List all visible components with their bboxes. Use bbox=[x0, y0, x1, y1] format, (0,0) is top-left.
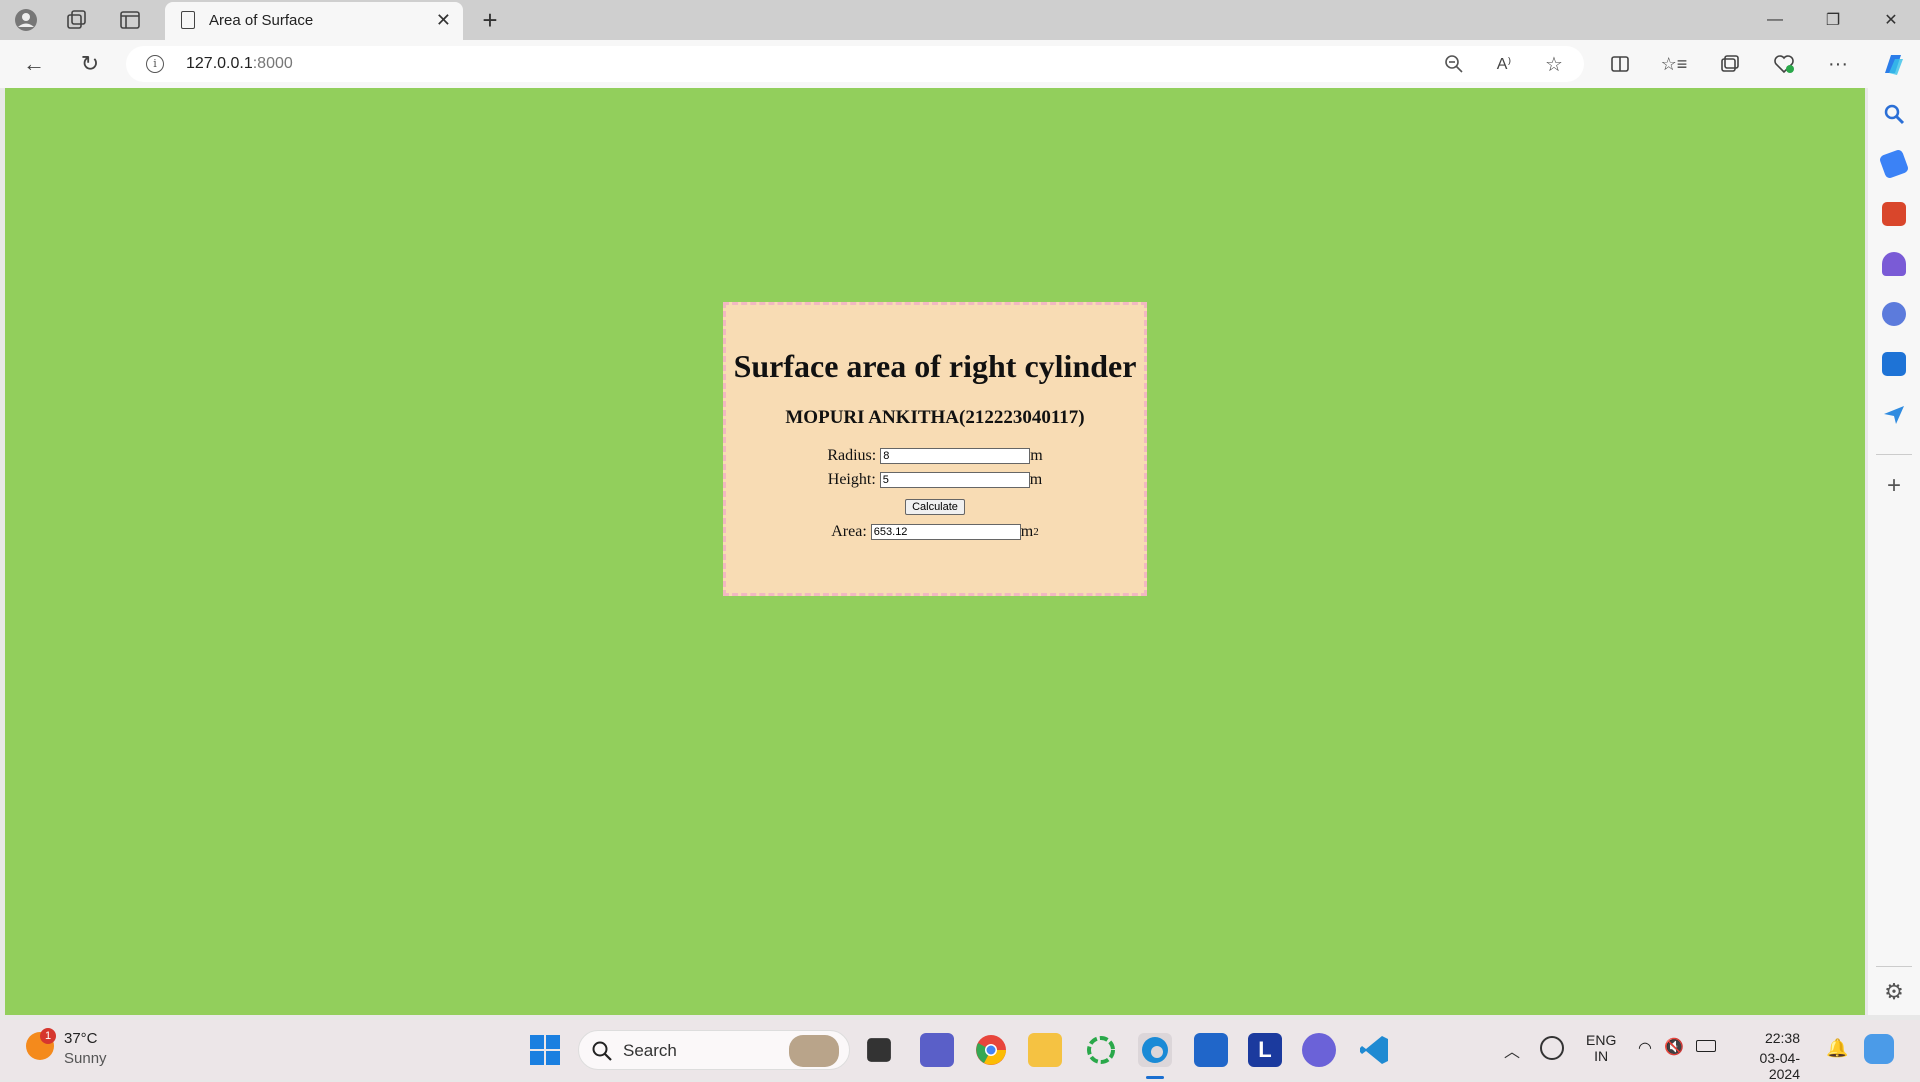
vertical-tabs-icon[interactable] bbox=[118, 8, 142, 32]
drop-send-icon[interactable] bbox=[1882, 402, 1906, 426]
new-tab-icon[interactable]: + bbox=[478, 5, 502, 35]
tab-title: Area of Surface bbox=[209, 12, 314, 29]
area-label: Area: bbox=[831, 523, 867, 540]
refresh-app-icon[interactable] bbox=[1084, 1033, 1118, 1067]
active-tab[interactable]: Area of Surface ✕ bbox=[165, 2, 463, 40]
language-indicator[interactable]: ENG IN bbox=[1586, 1032, 1616, 1064]
page-title: Surface area of right cylinder bbox=[733, 348, 1137, 384]
teams-icon[interactable] bbox=[920, 1033, 954, 1067]
author-name: MOPURI ANKITHA(212223040117) bbox=[785, 407, 1085, 428]
height-input[interactable] bbox=[879, 472, 1030, 488]
height-row: Height: m bbox=[726, 471, 1144, 489]
sidebar-search-icon[interactable] bbox=[1882, 102, 1906, 126]
weather-description[interactable]: Sunny bbox=[64, 1050, 107, 1067]
close-window-icon[interactable]: ✕ bbox=[1868, 6, 1914, 34]
read-aloud-icon[interactable]: A⁾ bbox=[1490, 52, 1518, 76]
outlook-icon[interactable] bbox=[1882, 352, 1906, 376]
radius-unit: m bbox=[1030, 447, 1043, 464]
taskbar-search-label: Search bbox=[623, 1041, 677, 1060]
browser-toolbar: ← ↻ i 127.0.0.1:8000 A⁾ ☆ ☆≡ ··· bbox=[0, 40, 1920, 88]
chrome-icon[interactable] bbox=[974, 1033, 1008, 1067]
shopping-tag-icon[interactable] bbox=[1878, 148, 1910, 180]
calculator-card: Surface area of right cylinder MOPURI AN… bbox=[723, 302, 1147, 596]
favorite-star-icon[interactable]: ☆ bbox=[1540, 52, 1568, 76]
tab-strip: Area of Surface ✕ + — ❐ ✕ bbox=[0, 0, 1920, 40]
show-hidden-icons[interactable]: ︿ bbox=[1504, 1038, 1520, 1062]
calculate-button[interactable]: Calculate bbox=[905, 499, 965, 515]
zoom-out-icon[interactable] bbox=[1440, 52, 1468, 76]
volume-muted-icon[interactable]: 🔇 bbox=[1664, 1037, 1684, 1057]
favorites-icon[interactable]: ☆≡ bbox=[1660, 52, 1688, 76]
radius-label: Radius: bbox=[827, 447, 877, 464]
calculate-row: Calculate bbox=[726, 495, 1144, 515]
copilot-icon[interactable] bbox=[1878, 50, 1908, 80]
refresh-icon[interactable]: ↻ bbox=[76, 51, 104, 76]
profile-icon[interactable] bbox=[14, 8, 38, 32]
battery-icon[interactable] bbox=[1696, 1040, 1716, 1052]
area-unit: m bbox=[1020, 523, 1034, 540]
edge-active-indicator bbox=[1146, 1076, 1164, 1079]
split-screen-icon[interactable] bbox=[1606, 52, 1634, 76]
page-icon bbox=[181, 11, 195, 29]
more-options-icon[interactable]: ··· bbox=[1824, 52, 1852, 76]
page-viewport: Surface area of right cylinder MOPURI AN… bbox=[5, 88, 1865, 1015]
clock-date: 03-04-2024 bbox=[1759, 1050, 1800, 1082]
site-info-icon[interactable]: i bbox=[146, 55, 164, 73]
sidebar-settings-icon[interactable]: ⚙ bbox=[1882, 980, 1906, 1004]
search-highlight-icon bbox=[789, 1035, 839, 1067]
area-output[interactable] bbox=[870, 524, 1021, 540]
area-row: Area: m2 bbox=[726, 523, 1144, 541]
restore-icon[interactable]: ❐ bbox=[1810, 6, 1856, 34]
games-icon[interactable] bbox=[1882, 252, 1906, 276]
radius-row: Radius: m bbox=[726, 447, 1144, 465]
browser-essentials-icon[interactable] bbox=[1770, 52, 1798, 76]
sidebar-divider bbox=[1876, 454, 1912, 455]
microsoft-store-icon[interactable] bbox=[1194, 1033, 1228, 1067]
edge-icon[interactable] bbox=[1138, 1033, 1172, 1067]
atlas-app-icon[interactable] bbox=[1302, 1033, 1336, 1067]
wifi-icon[interactable]: ◠ bbox=[1638, 1038, 1652, 1058]
l-app-icon[interactable]: L bbox=[1248, 1033, 1282, 1067]
back-icon[interactable]: ← bbox=[20, 51, 48, 76]
close-tab-icon[interactable]: ✕ bbox=[436, 10, 451, 31]
minimize-icon[interactable]: — bbox=[1752, 6, 1798, 34]
notifications-bell-icon[interactable]: 🔔 bbox=[1826, 1038, 1848, 1059]
weather-temperature[interactable]: 37°C bbox=[64, 1030, 98, 1047]
sidebar-divider-bottom bbox=[1876, 966, 1912, 967]
start-button[interactable] bbox=[528, 1033, 562, 1067]
height-label: Height: bbox=[827, 471, 876, 488]
clock[interactable]: 22:38 03-04-2024 bbox=[1730, 1030, 1800, 1082]
weather-badge: 1 bbox=[40, 1028, 56, 1044]
area-unit-exponent: 2 bbox=[1033, 526, 1039, 538]
address-bar[interactable]: i 127.0.0.1:8000 bbox=[126, 46, 1584, 82]
workspaces-icon[interactable] bbox=[64, 8, 88, 32]
sync-icon[interactable] bbox=[1540, 1036, 1564, 1060]
edge-sidebar: + ⚙ bbox=[1868, 88, 1920, 1015]
taskbar-search-box[interactable]: Search bbox=[578, 1030, 850, 1070]
height-unit: m bbox=[1029, 471, 1043, 488]
clock-time: 22:38 bbox=[1764, 1030, 1800, 1046]
add-sidebar-app-icon[interactable]: + bbox=[1882, 474, 1906, 498]
microsoft-365-icon[interactable] bbox=[1882, 302, 1906, 326]
windows-taskbar: 1 37°C Sunny Search L ︿ ENG IN ◠ 🔇 22:38… bbox=[0, 1020, 1920, 1082]
vscode-icon[interactable] bbox=[1358, 1033, 1392, 1067]
url-text: 127.0.0.1:8000 bbox=[186, 55, 293, 72]
task-view-icon[interactable] bbox=[867, 1038, 891, 1062]
tools-briefcase-icon[interactable] bbox=[1882, 202, 1906, 226]
copilot-taskbar-icon[interactable] bbox=[1864, 1034, 1894, 1064]
taskbar-search-icon bbox=[592, 1041, 612, 1061]
radius-input[interactable] bbox=[880, 448, 1031, 464]
file-explorer-icon[interactable] bbox=[1028, 1033, 1062, 1067]
collections-icon[interactable] bbox=[1716, 52, 1744, 76]
